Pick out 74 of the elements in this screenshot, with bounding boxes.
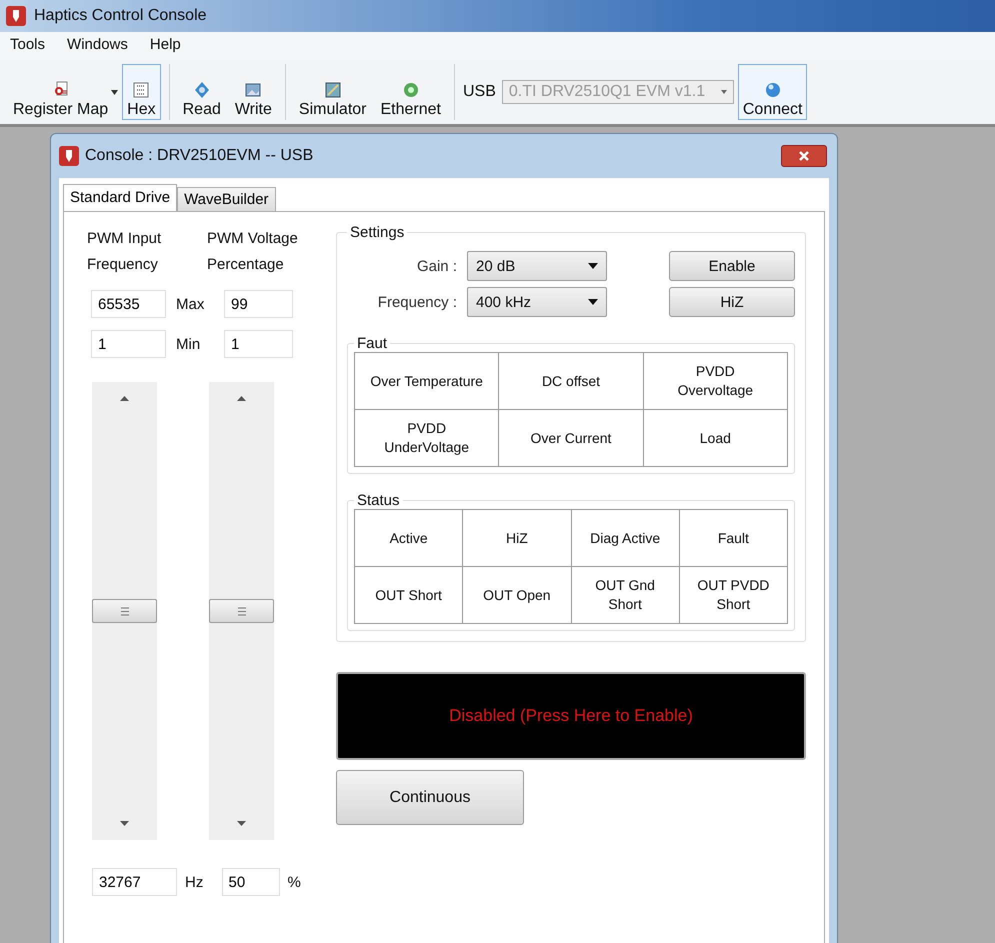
console-title: Console : DRV2510EVM -- USB	[85, 147, 314, 165]
arrow-up-icon[interactable]	[120, 396, 129, 401]
input-field[interactable]: 50	[222, 868, 280, 896]
tab[interactable]: WaveBuilder	[177, 187, 276, 211]
toolbar-button[interactable]: Ethernet	[375, 64, 446, 120]
slider-track[interactable]	[209, 382, 274, 840]
usb-label: USB	[462, 83, 496, 101]
indicator-cell: OUT PVDD Short	[679, 566, 788, 624]
input-field[interactable]: 1	[224, 330, 293, 358]
caret-icon	[720, 90, 727, 94]
grid-icon	[132, 81, 150, 99]
close-icon	[799, 151, 809, 161]
caret-icon	[588, 263, 598, 269]
indicator-cell: OUT Short	[354, 566, 463, 624]
slider-track[interactable]	[92, 382, 157, 840]
slider-thumb[interactable]	[209, 599, 274, 623]
toolbar-button[interactable]: Simulator	[294, 64, 372, 120]
indicator-cell: DC offset	[498, 352, 644, 410]
field-label: Min	[175, 336, 202, 352]
field-label: Gain :	[416, 258, 457, 274]
menu-item[interactable]: Help	[150, 36, 181, 56]
menu-item[interactable]: Tools	[10, 36, 46, 56]
indicator-cell: Diag Active	[571, 510, 680, 566]
diamond-icon	[192, 81, 211, 99]
unit-label: Hz	[184, 874, 204, 890]
field-label: Max	[175, 296, 206, 312]
indicator-cell: OUT Gnd Short	[571, 566, 680, 624]
indicator-cell: HiZ	[462, 510, 571, 566]
close-button[interactable]	[781, 145, 827, 167]
slider-thumb[interactable]	[92, 599, 157, 623]
action-button[interactable]: HiZ	[669, 287, 795, 317]
enable-display[interactable]: Disabled (Press Here to Enable)	[336, 672, 806, 760]
indicator-cell: PVDD UnderVoltage	[354, 410, 499, 466]
tab[interactable]: Standard Drive	[63, 184, 178, 211]
indicator-cell: Over Current	[498, 410, 644, 466]
grip-icon	[120, 606, 128, 616]
dropdown[interactable]: 20 dB	[467, 251, 607, 281]
app-logo-icon	[59, 146, 79, 166]
app-logo-icon	[6, 6, 26, 26]
input-field[interactable]: 99	[224, 290, 293, 318]
toolbar-button[interactable]: Write	[230, 64, 277, 120]
input-field[interactable]: 32767	[92, 868, 177, 896]
window-title: Haptics Control Console	[34, 7, 207, 25]
indicator-cell: Fault	[679, 510, 788, 566]
indicator-cell: Active	[354, 510, 463, 566]
toolbar-button[interactable]: Hex	[122, 64, 161, 120]
indicator-cell: Load	[643, 410, 788, 466]
image-icon	[244, 81, 262, 99]
group-title: Faut	[356, 335, 388, 352]
field-label: Frequency :	[376, 294, 457, 310]
mode-button[interactable]: Continuous	[336, 770, 524, 825]
input-field[interactable]: 1	[91, 330, 166, 358]
column-heading: PWM Input Frequency	[86, 229, 162, 275]
unit-label: %	[286, 874, 302, 890]
input-field[interactable]: 65535	[91, 290, 166, 318]
indicator-cell: OUT Open	[462, 566, 571, 624]
toolbar-button[interactable]: Register Map	[8, 64, 114, 120]
arrow-down-icon[interactable]	[120, 821, 129, 826]
caret-icon[interactable]	[111, 90, 118, 94]
globe-icon	[764, 81, 782, 99]
connect-button[interactable]: Connect	[738, 64, 808, 120]
arrow-down-icon[interactable]	[237, 821, 246, 826]
group-title: Settings	[349, 224, 406, 241]
indicator-cell: Over Temperature	[354, 352, 499, 410]
column-heading: PWM Voltage Percentage	[206, 229, 299, 275]
dropdown[interactable]: 400 kHz	[467, 287, 607, 317]
toolbar-button[interactable]: Read	[178, 64, 226, 120]
group-title: Status	[356, 492, 401, 509]
action-button[interactable]: Enable	[669, 251, 795, 281]
caret-icon	[588, 299, 598, 305]
indicator-cell: PVDD Overvoltage	[643, 352, 788, 410]
grip-icon	[238, 606, 246, 616]
menu-item[interactable]: Windows	[67, 36, 128, 56]
arrow-up-icon[interactable]	[237, 396, 246, 401]
